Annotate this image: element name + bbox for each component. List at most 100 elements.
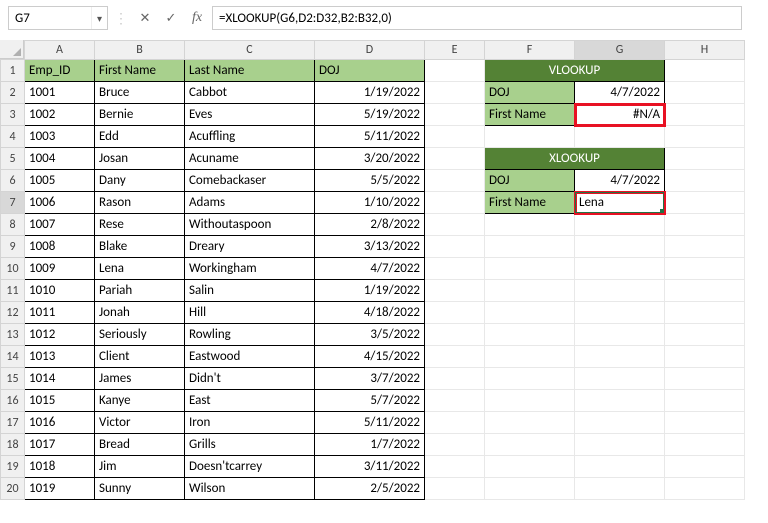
xlookup-doj-value[interactable]: 4/7/2022 [575,170,665,192]
cell[interactable] [425,390,485,412]
cell-empid[interactable]: 1014 [25,368,95,390]
vlookup-fn-label[interactable]: First Name [485,104,575,126]
cell[interactable] [485,236,575,258]
cell[interactable] [425,192,485,214]
cell[interactable] [665,104,745,126]
cell-lastname[interactable]: Cabbot [185,82,315,104]
cell[interactable] [425,412,485,434]
row-header[interactable]: 11 [1,280,25,302]
row-header[interactable]: 7 [1,192,25,214]
cell[interactable] [575,126,665,148]
row-header[interactable]: 8 [1,214,25,236]
cell-doj[interactable]: 1/10/2022 [315,192,425,214]
cell-doj[interactable]: 2/8/2022 [315,214,425,236]
row-header[interactable]: 4 [1,126,25,148]
col-header-H[interactable]: H [665,41,745,60]
cell[interactable] [665,82,745,104]
cell-doj[interactable]: 3/7/2022 [315,368,425,390]
cell[interactable] [575,302,665,324]
cell[interactable] [665,170,745,192]
spreadsheet-grid[interactable]: A B C D E F G H 1Emp_IDFirst NameLast Na… [0,40,745,500]
cell[interactable] [665,302,745,324]
cell-firstname[interactable]: Rese [95,214,185,236]
cell-firstname[interactable]: Victor [95,412,185,434]
cell[interactable] [425,170,485,192]
cell[interactable] [575,346,665,368]
confirm-icon[interactable]: ✓ [160,7,182,29]
cell-doj[interactable]: 4/18/2022 [315,302,425,324]
cell-lastname[interactable]: Dreary [185,236,315,258]
cell[interactable] [425,126,485,148]
cell[interactable] [665,258,745,280]
row-header[interactable]: 19 [1,456,25,478]
cell[interactable] [575,236,665,258]
cell[interactable] [665,478,745,500]
header-doj[interactable]: DOJ [315,60,425,82]
row-header[interactable]: 13 [1,324,25,346]
row-header[interactable]: 3 [1,104,25,126]
row-header[interactable]: 5 [1,148,25,170]
cell[interactable] [575,412,665,434]
cell[interactable] [485,478,575,500]
cell-lastname[interactable]: Doesn'tcarrey [185,456,315,478]
cell-empid[interactable]: 1018 [25,456,95,478]
header-lastname[interactable]: Last Name [185,60,315,82]
header-empid[interactable]: Emp_ID [25,60,95,82]
cell-firstname[interactable]: James [95,368,185,390]
col-header-F[interactable]: F [485,41,575,60]
cell-firstname[interactable]: Bernie [95,104,185,126]
cell-doj[interactable]: 3/5/2022 [315,324,425,346]
cell[interactable] [665,236,745,258]
vlookup-doj-label[interactable]: DOJ [485,82,575,104]
cell-firstname[interactable]: Kanye [95,390,185,412]
cell-lastname[interactable]: East [185,390,315,412]
cell-firstname[interactable]: Sunny [95,478,185,500]
cell-lastname[interactable]: Hill [185,302,315,324]
cell[interactable] [665,214,745,236]
xlookup-title[interactable]: XLOOKUP [485,148,665,170]
row-header[interactable]: 14 [1,346,25,368]
vlookup-doj-value[interactable]: 4/7/2022 [575,82,665,104]
cell[interactable] [665,434,745,456]
cell-doj[interactable]: 4/15/2022 [315,346,425,368]
cell-firstname[interactable]: Bruce [95,82,185,104]
cell-doj[interactable]: 2/5/2022 [315,478,425,500]
cell[interactable] [575,478,665,500]
fx-icon[interactable]: fx [186,7,208,29]
cell-firstname[interactable]: Edd [95,126,185,148]
row-header[interactable]: 10 [1,258,25,280]
cell[interactable] [575,280,665,302]
row-header[interactable]: 17 [1,412,25,434]
row-header[interactable]: 20 [1,478,25,500]
cell-firstname[interactable]: Client [95,346,185,368]
cell-empid[interactable]: 1003 [25,126,95,148]
cell-doj[interactable]: 5/11/2022 [315,412,425,434]
cell-empid[interactable]: 1010 [25,280,95,302]
cell-firstname[interactable]: Rason [95,192,185,214]
cell[interactable] [485,390,575,412]
xlookup-fn-label[interactable]: First Name [485,192,575,214]
row-header[interactable]: 1 [1,60,25,82]
cell-empid[interactable]: 1001 [25,82,95,104]
cell-empid[interactable]: 1007 [25,214,95,236]
cell-firstname[interactable]: Bread [95,434,185,456]
cell[interactable] [665,456,745,478]
cell[interactable] [425,60,485,82]
cell[interactable] [425,104,485,126]
row-header[interactable]: 6 [1,170,25,192]
cell-empid[interactable]: 1005 [25,170,95,192]
cell[interactable] [575,456,665,478]
cell-doj[interactable]: 4/7/2022 [315,258,425,280]
cell-doj[interactable]: 3/20/2022 [315,148,425,170]
cell-lastname[interactable]: Salin [185,280,315,302]
xlookup-fn-value[interactable]: Lena [575,192,665,214]
cell[interactable] [575,214,665,236]
cell[interactable] [665,280,745,302]
cell[interactable] [485,258,575,280]
cell[interactable] [485,126,575,148]
name-box[interactable]: G7 ▾ [8,6,108,30]
cell-empid[interactable]: 1009 [25,258,95,280]
cell[interactable] [665,192,745,214]
cell-lastname[interactable]: Eastwood [185,346,315,368]
cell[interactable] [425,258,485,280]
